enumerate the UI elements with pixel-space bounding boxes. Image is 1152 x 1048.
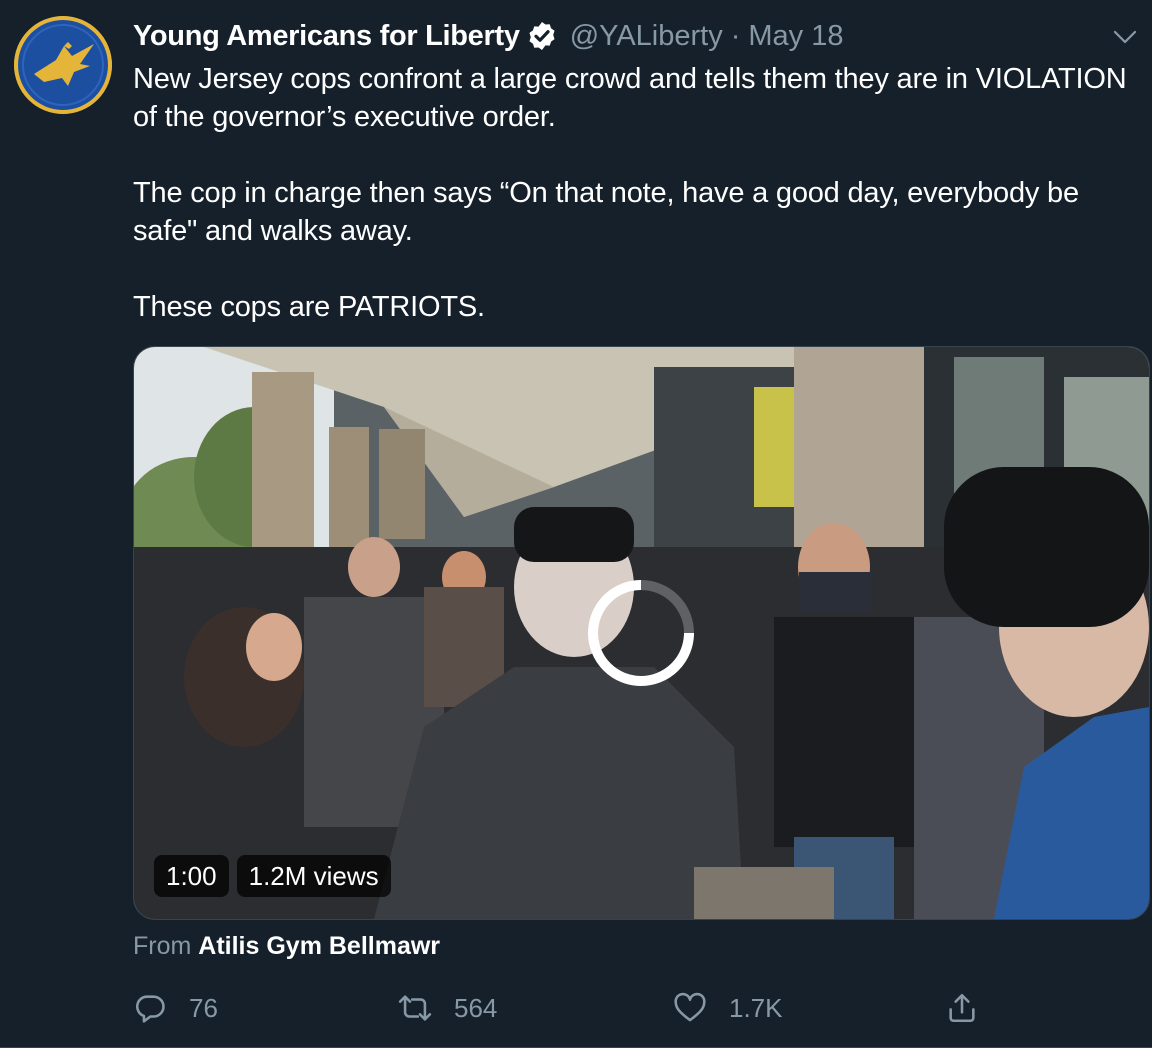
video-player[interactable]: 1:00 1.2M views xyxy=(133,346,1150,920)
retweet-icon xyxy=(398,995,432,1021)
tweet-header: Young Americans for Liberty @YALiberty ·… xyxy=(133,14,843,58)
video-views: 1.2M views xyxy=(236,855,391,897)
share-icon xyxy=(949,993,975,1023)
reply-button[interactable]: 76 xyxy=(133,986,218,1030)
tweet-text: New Jersey cops confront a large crowd a… xyxy=(133,60,1133,326)
heart-icon xyxy=(674,992,706,1022)
like-button[interactable]: 1.7K xyxy=(673,986,783,1030)
tweet-paragraph: The cop in charge then says “On that not… xyxy=(133,177,1079,247)
tweet-paragraph: New Jersey cops confront a large crowd a… xyxy=(133,63,1127,133)
video-source: From Atilis Gym Bellmawr xyxy=(133,932,440,961)
reply-icon xyxy=(135,995,165,1023)
video-meta: 1:00 1.2M views xyxy=(154,855,391,897)
chevron-down-icon[interactable] xyxy=(1110,22,1140,52)
source-prefix: From xyxy=(133,932,192,960)
retweet-button[interactable]: 564 xyxy=(398,986,497,1030)
user-handle[interactable]: @YALiberty xyxy=(570,20,723,53)
like-count: 1.7K xyxy=(729,992,783,1023)
eagle-logo-icon xyxy=(14,16,112,114)
tweet-date[interactable]: May 18 xyxy=(748,20,843,53)
share-button[interactable] xyxy=(945,986,979,1030)
video-duration: 1:00 xyxy=(154,855,229,897)
tweet-paragraph: These cops are PATRIOTS. xyxy=(133,291,485,323)
loading-spinner-icon xyxy=(588,580,694,686)
separator-dot: · xyxy=(730,19,741,52)
reply-count: 76 xyxy=(189,992,218,1023)
avatar[interactable] xyxy=(14,16,112,114)
tweet-card[interactable]: Young Americans for Liberty @YALiberty ·… xyxy=(0,0,1152,1048)
retweet-count: 564 xyxy=(454,992,498,1023)
display-name[interactable]: Young Americans for Liberty xyxy=(133,20,520,53)
source-name[interactable]: Atilis Gym Bellmawr xyxy=(198,932,440,960)
verified-badge-icon xyxy=(529,22,555,50)
action-bar: 76 564 1.7K xyxy=(133,986,993,1030)
